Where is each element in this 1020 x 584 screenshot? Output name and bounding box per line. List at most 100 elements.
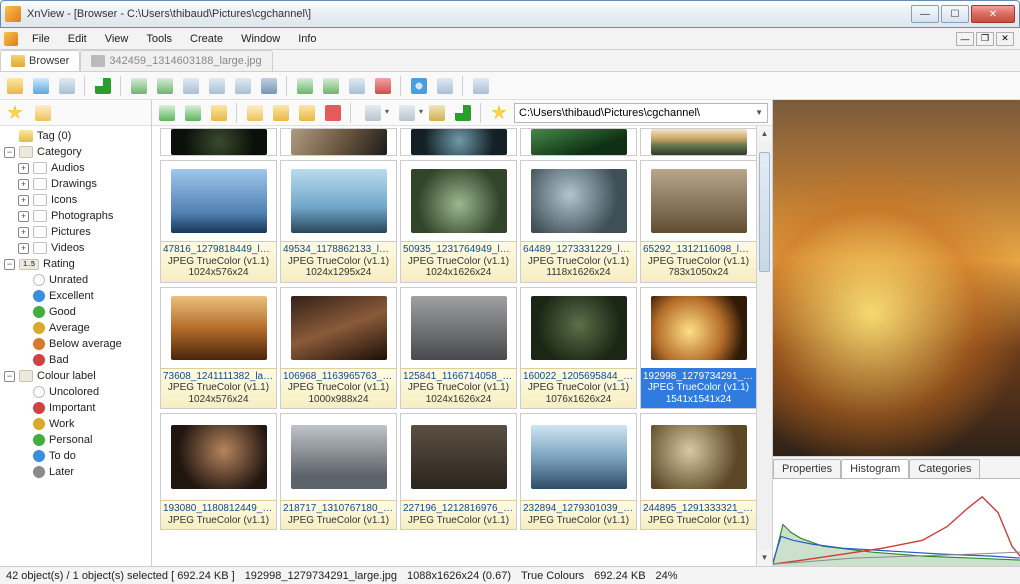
tab-categories[interactable]: Categories <box>909 459 980 478</box>
up-button[interactable] <box>208 102 230 124</box>
thumbnail-item[interactable]: 65292_1312116098_large JPEG TrueColor (v… <box>640 160 757 283</box>
menu-view[interactable]: View <box>97 31 137 47</box>
save-button[interactable] <box>30 75 52 97</box>
thumbnail-item[interactable]: 46597_1241177178_large JPEG TrueColor (v… <box>640 128 757 156</box>
thumbnail-item[interactable]: 50935_1231764949_large JPEG TrueColor (v… <box>400 160 517 283</box>
slideshow-button[interactable] <box>154 75 176 97</box>
settings-button[interactable] <box>434 75 456 97</box>
thumbnail-item[interactable]: 106968_1163965763_la... JPEG TrueColor (… <box>280 287 397 410</box>
thumbnail-item[interactable]: 42026_1265649007_large JPEG TrueColor (v… <box>520 128 637 156</box>
expander-icon[interactable]: + <box>18 243 29 254</box>
chevron-down-icon[interactable]: ▼ <box>755 108 763 117</box>
vertical-scrollbar[interactable]: ▲ ▼ <box>756 126 772 566</box>
preview-image[interactable] <box>773 100 1020 456</box>
menu-info[interactable]: Info <box>290 31 324 47</box>
scroll-down-button[interactable]: ▼ <box>757 550 772 566</box>
move-to-button[interactable] <box>296 102 318 124</box>
convert-button[interactable] <box>180 75 202 97</box>
thumbnail-item[interactable]: 125841_1166714058_la... JPEG TrueColor (… <box>400 287 517 410</box>
thumbnail-grid[interactable]: 5917_1222350607_large JPEG TrueColor (v1… <box>152 126 772 566</box>
tree-item[interactable]: −Category <box>4 144 151 160</box>
expander-icon[interactable]: + <box>18 211 29 222</box>
copy-to-button[interactable] <box>270 102 292 124</box>
maximize-button[interactable]: ☐ <box>941 5 969 23</box>
thumbnail-item[interactable]: 73608_1241111382_large JPEG TrueColor (v… <box>160 287 277 410</box>
sort-button[interactable] <box>392 102 422 124</box>
tree-item[interactable]: Excellent <box>4 288 151 304</box>
thumbnail-item[interactable]: 218717_1310767180_la... JPEG TrueColor (… <box>280 413 397 530</box>
expander-icon[interactable]: + <box>18 179 29 190</box>
rotate-left-button[interactable] <box>294 75 316 97</box>
mdi-close-button[interactable]: ✕ <box>996 32 1014 46</box>
tree-item[interactable]: To do <box>4 448 151 464</box>
delete-button[interactable] <box>372 75 394 97</box>
rotate-right-button[interactable] <box>320 75 342 97</box>
expander-icon[interactable]: − <box>4 259 15 270</box>
tree-item[interactable]: Personal <box>4 432 151 448</box>
path-input[interactable]: C:\Users\thibaud\Pictures\cgchannel\ ▼ <box>514 103 768 123</box>
tree-item[interactable]: −Colour label <box>4 368 151 384</box>
tree-item[interactable]: +Videos <box>4 240 151 256</box>
reload-button[interactable] <box>452 102 474 124</box>
tab-image-file[interactable]: 342459_1314603188_large.jpg <box>80 50 272 71</box>
tree-item[interactable]: Good <box>4 304 151 320</box>
mdi-minimize-button[interactable]: — <box>956 32 974 46</box>
expander-icon[interactable]: − <box>4 147 15 158</box>
scroll-up-button[interactable]: ▲ <box>757 126 772 142</box>
web-button[interactable] <box>408 75 430 97</box>
favorite-button[interactable] <box>4 102 26 124</box>
about-button[interactable] <box>470 75 492 97</box>
tree-item[interactable]: Unrated <box>4 272 151 288</box>
tree-item[interactable]: +Photographs <box>4 208 151 224</box>
thumbnail-item[interactable]: 38398_1174625220_large JPEG TrueColor (v… <box>400 128 517 156</box>
tree-item[interactable]: +Drawings <box>4 176 151 192</box>
print-button[interactable] <box>258 75 280 97</box>
tree-item[interactable]: Uncolored <box>4 384 151 400</box>
view-mode-button[interactable] <box>358 102 388 124</box>
tree-item[interactable]: Bad <box>4 352 151 368</box>
thumbnail-item[interactable]: 227196_1212816976_la... JPEG TrueColor (… <box>400 413 517 530</box>
thumbnail-item[interactable]: 5917_1222350607_large JPEG TrueColor (v1… <box>160 128 277 156</box>
forward-button[interactable] <box>182 102 204 124</box>
refresh-button[interactable] <box>92 75 114 97</box>
thumbnail-item[interactable]: 192998_1279734291_la... JPEG TrueColor (… <box>640 287 757 410</box>
batch-button[interactable] <box>206 75 228 97</box>
tree-item[interactable]: Below average <box>4 336 151 352</box>
minimize-button[interactable]: — <box>911 5 939 23</box>
menu-tools[interactable]: Tools <box>138 31 180 47</box>
menu-file[interactable]: File <box>24 31 58 47</box>
menu-edit[interactable]: Edit <box>60 31 95 47</box>
compare-button[interactable] <box>232 75 254 97</box>
thumbnail-item[interactable]: 232894_1279301039_la... JPEG TrueColor (… <box>520 413 637 530</box>
expander-icon[interactable]: + <box>18 227 29 238</box>
resize-button[interactable] <box>346 75 368 97</box>
filter-button[interactable] <box>426 102 448 124</box>
expander-icon[interactable]: + <box>18 195 29 206</box>
tab-properties[interactable]: Properties <box>773 459 841 478</box>
open-button[interactable] <box>4 75 26 97</box>
expander-icon[interactable]: + <box>18 163 29 174</box>
bookmark-button[interactable] <box>32 102 54 124</box>
open-folder-button[interactable] <box>244 102 266 124</box>
close-button[interactable]: ✕ <box>971 5 1015 23</box>
tree-item[interactable]: +Pictures <box>4 224 151 240</box>
thumbnail-item[interactable]: 24408_1295824541_large JPEG TrueColor (v… <box>280 128 397 156</box>
tree-item[interactable]: Work <box>4 416 151 432</box>
acquire-button[interactable] <box>56 75 78 97</box>
tree-item[interactable]: Tag (0) <box>4 128 151 144</box>
thumbnail-item[interactable]: 193080_1180812449_la... JPEG TrueColor (… <box>160 413 277 530</box>
tree-item[interactable]: Average <box>4 320 151 336</box>
tree-item[interactable]: +Audios <box>4 160 151 176</box>
scroll-thumb[interactable] <box>759 152 770 272</box>
menu-window[interactable]: Window <box>233 31 288 47</box>
fullscreen-button[interactable] <box>128 75 150 97</box>
thumbnail-item[interactable]: 47816_1279818449_large JPEG TrueColor (v… <box>160 160 277 283</box>
thumbnail-item[interactable]: 64489_1273331229_large JPEG TrueColor (v… <box>520 160 637 283</box>
tree-item[interactable]: +Icons <box>4 192 151 208</box>
expander-icon[interactable]: − <box>4 371 15 382</box>
thumbnail-item[interactable]: 244895_1291333321_la... JPEG TrueColor (… <box>640 413 757 530</box>
tab-browser[interactable]: Browser <box>0 50 80 71</box>
mdi-restore-button[interactable]: ❐ <box>976 32 994 46</box>
thumbnail-item[interactable]: 49534_1178862133_large JPEG TrueColor (v… <box>280 160 397 283</box>
tree-item[interactable]: Later <box>4 464 151 480</box>
